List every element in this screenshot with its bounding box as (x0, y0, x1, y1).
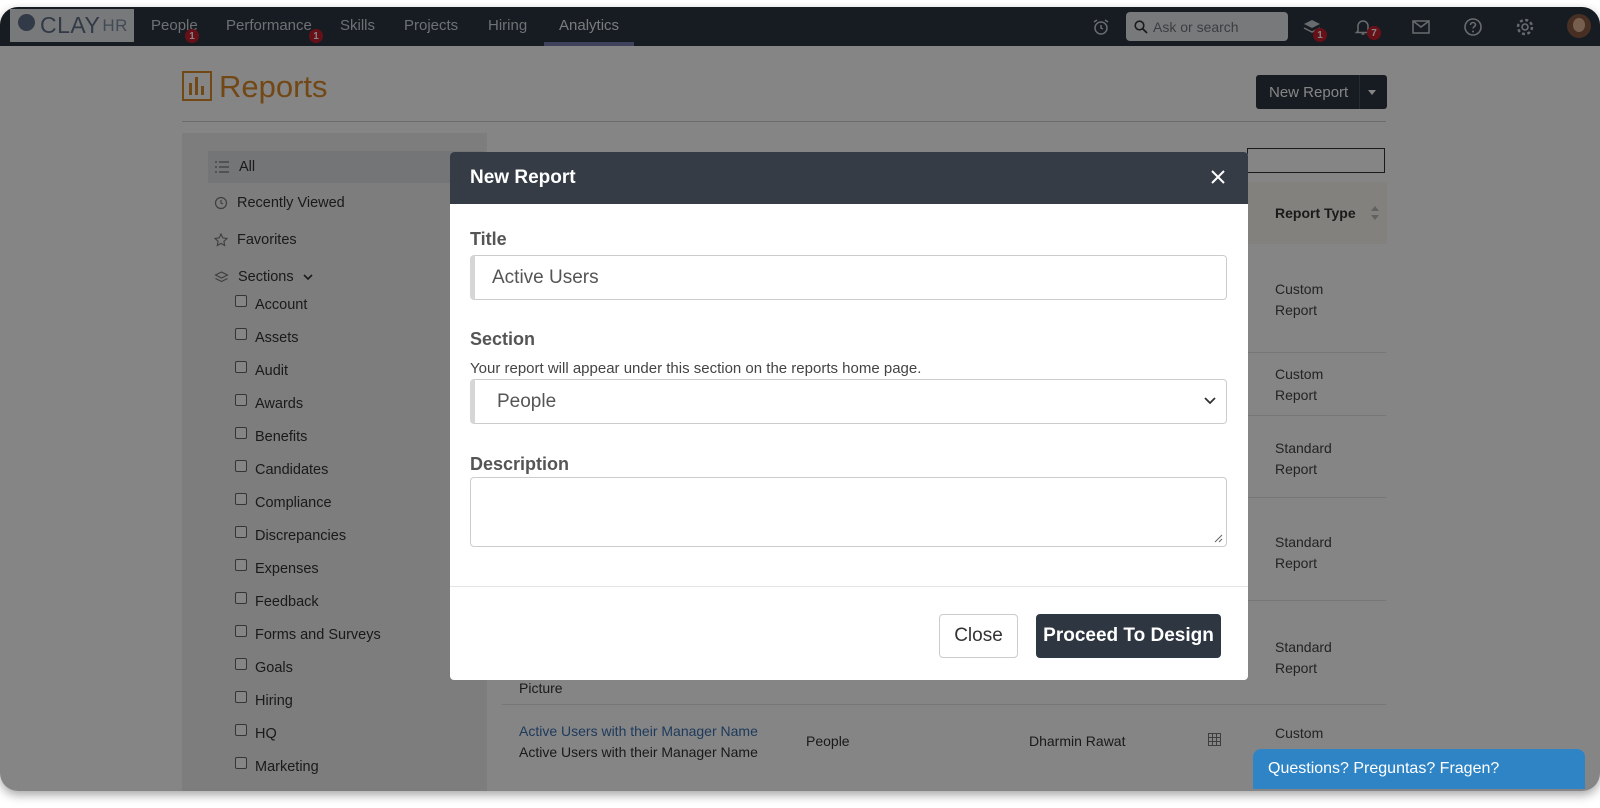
proceed-to-design-button[interactable]: Proceed To Design (1036, 614, 1221, 658)
close-icon[interactable] (1208, 167, 1228, 187)
help-chat-tab[interactable]: Questions? Preguntas? Fragen? (1253, 749, 1585, 789)
title-label: Title (470, 229, 507, 249)
app-window: CLAY HR People 1 Performance 1 Skills Pr… (0, 7, 1600, 791)
close-button[interactable]: Close (939, 614, 1018, 658)
section-label: Section (470, 329, 536, 349)
modal-footer-divider (450, 586, 1248, 587)
new-report-modal: New Report Title Active Users Section Yo… (450, 152, 1248, 680)
chevron-down-icon (1204, 397, 1216, 405)
resize-handle-icon[interactable] (1214, 534, 1223, 543)
section-select-value: People (497, 390, 557, 412)
title-input-value: Active Users (492, 266, 599, 288)
section-help-text: Your report will appear under this secti… (470, 360, 922, 377)
description-textarea[interactable] (470, 477, 1227, 547)
description-label: Description (470, 454, 570, 474)
modal-title: New Report (470, 167, 576, 188)
section-select[interactable]: People (470, 379, 1227, 424)
modal-header: New Report (450, 152, 1248, 204)
title-input[interactable]: Active Users (470, 255, 1227, 300)
